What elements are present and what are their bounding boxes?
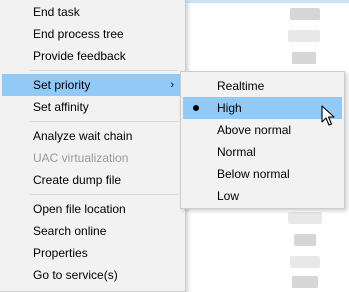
- menu-item-label: Above normal: [217, 123, 292, 137]
- chevron-right-icon: ›: [170, 79, 174, 91]
- menu-item-provide-feedback[interactable]: Provide feedback: [2, 45, 182, 67]
- priority-item-normal[interactable]: Normal: [183, 141, 342, 163]
- context-menu: End task End process tree Provide feedba…: [0, 0, 186, 292]
- menu-separator: [30, 194, 178, 195]
- priority-item-below-normal[interactable]: Below normal: [183, 163, 342, 185]
- menu-separator: [30, 70, 178, 71]
- radio-bullet-icon: [193, 105, 199, 111]
- menu-item-label: End task: [33, 5, 80, 19]
- menu-item-label: Low: [217, 189, 240, 203]
- priority-item-low[interactable]: Low: [183, 185, 342, 207]
- menu-item-label: Set priority: [33, 78, 91, 92]
- background-blob: [294, 234, 316, 246]
- menu-item-go-to-services[interactable]: Go to service(s): [2, 264, 182, 286]
- menu-item-open-file-location[interactable]: Open file location: [2, 198, 182, 220]
- priority-item-high[interactable]: High: [183, 97, 342, 119]
- background-blob: [288, 30, 320, 42]
- background-blob: [292, 276, 318, 288]
- menu-item-label: Realtime: [217, 79, 265, 93]
- priority-submenu: Realtime High Above normal Normal Below …: [180, 71, 345, 209]
- menu-item-label: Properties: [33, 246, 88, 260]
- menu-item-label: Create dump file: [33, 173, 122, 187]
- menu-item-label: Below normal: [217, 167, 290, 181]
- mouse-cursor-icon: [321, 105, 335, 126]
- menu-item-end-task[interactable]: End task: [2, 1, 182, 23]
- priority-item-realtime[interactable]: Realtime: [183, 75, 342, 97]
- menu-item-label: Go to service(s): [33, 268, 118, 282]
- menu-item-label: Analyze wait chain: [33, 129, 133, 143]
- menu-item-analyze-wait-chain[interactable]: Analyze wait chain: [2, 125, 182, 147]
- menu-item-set-priority[interactable]: Set priority ›: [2, 74, 182, 96]
- background-blob: [290, 8, 320, 20]
- background-blob: [288, 212, 322, 224]
- priority-item-above-normal[interactable]: Above normal: [183, 119, 342, 141]
- menu-separator: [30, 121, 178, 122]
- menu-item-search-online[interactable]: Search online: [2, 220, 182, 242]
- menu-item-uac-virtualization: UAC virtualization: [2, 147, 182, 169]
- background-blob: [290, 256, 320, 268]
- menu-item-set-affinity[interactable]: Set affinity: [2, 96, 182, 118]
- menu-item-label: Normal: [217, 145, 256, 159]
- menu-item-label: Search online: [33, 224, 107, 238]
- menu-item-label: Set affinity: [33, 100, 89, 114]
- background-blob: [292, 52, 316, 64]
- menu-item-label: End process tree: [33, 27, 124, 41]
- menu-item-label: UAC virtualization: [33, 151, 129, 165]
- menu-item-create-dump-file[interactable]: Create dump file: [2, 169, 182, 191]
- menu-item-label: Open file location: [33, 202, 126, 216]
- menu-item-properties[interactable]: Properties: [2, 242, 182, 264]
- menu-item-label: Provide feedback: [33, 49, 126, 63]
- menu-item-end-process-tree[interactable]: End process tree: [2, 23, 182, 45]
- menu-item-label: High: [217, 101, 242, 115]
